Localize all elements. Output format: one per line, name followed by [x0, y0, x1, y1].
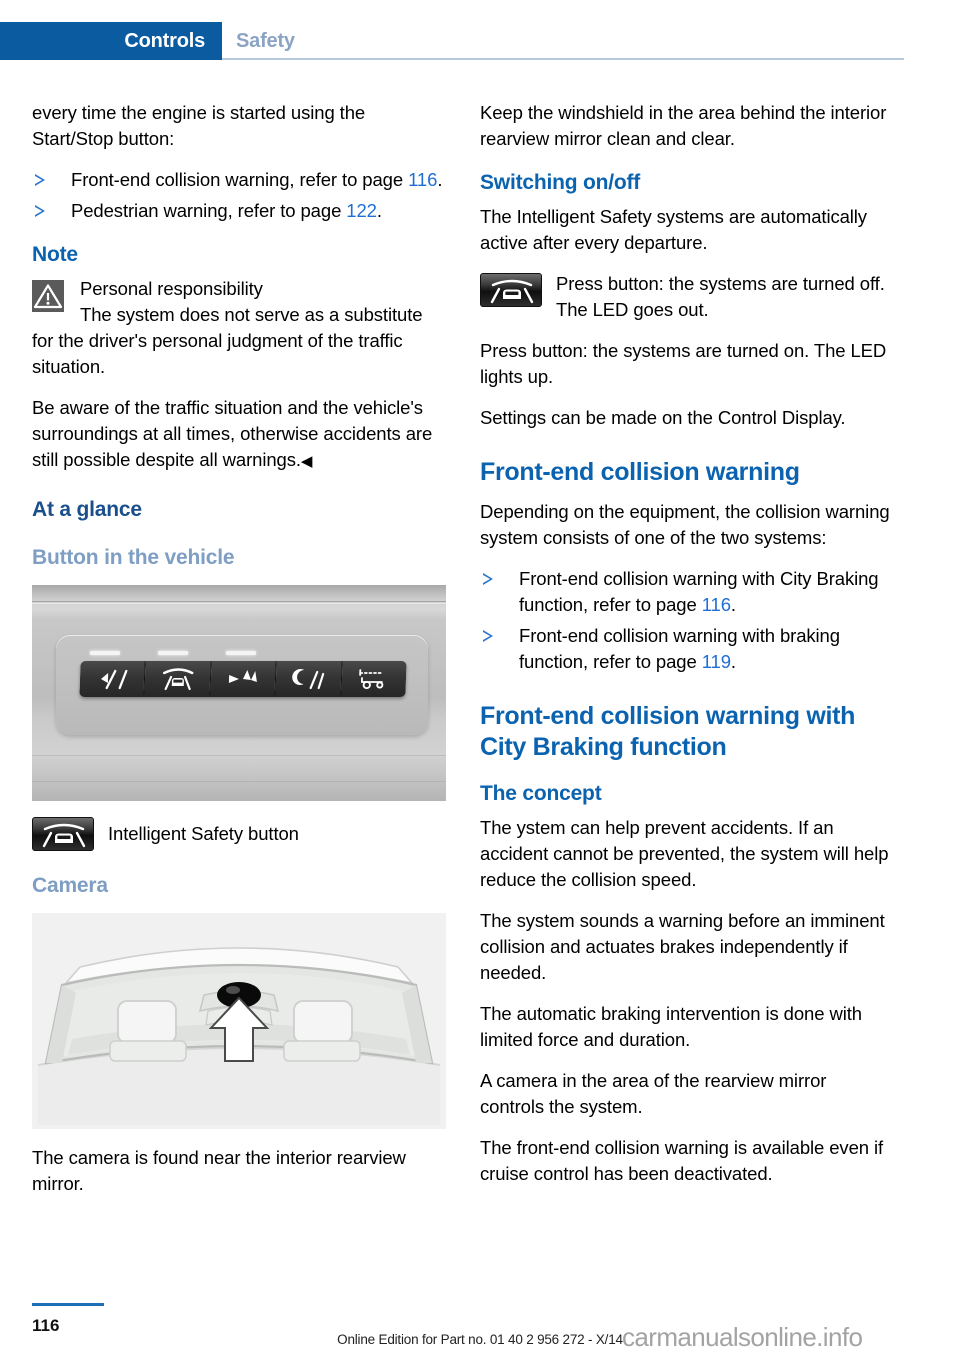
camera-heading: Camera	[32, 874, 108, 897]
frontend-paragraph: Depending on the equipment, the collisio…	[480, 501, 890, 548]
concept-paragraph-4: A camera in the area of the rearview mir…	[480, 1070, 827, 1117]
button-in-vehicle-heading: Button in the vehicle	[32, 546, 235, 569]
bullet-text-after: .	[730, 594, 736, 615]
note-block: Personal responsibility The system does …	[32, 276, 446, 380]
frontend-bullet-list: Front-end collision warning with City Br…	[480, 566, 894, 675]
left-column: every time the engine is started using t…	[32, 100, 446, 1212]
the-concept-heading: The concept	[480, 782, 602, 805]
triangle-bullet-icon	[483, 573, 493, 585]
bullet-text-before: Front-end collision warning, refer to pa…	[71, 169, 409, 190]
warning-triangle-icon	[32, 280, 64, 312]
windshield-camera-illustration	[32, 913, 446, 1129]
safety-button-legend: Intelligent Safety button	[32, 817, 446, 851]
tab-controls[interactable]: Controls	[0, 22, 222, 60]
tab-controls-label: Controls	[124, 29, 205, 52]
note-body-1: The system does not serve as a substitut…	[32, 304, 423, 377]
at-a-glance-heading: At a glance	[32, 498, 142, 521]
led-indicators	[80, 651, 406, 656]
note-end-marker: ◀	[300, 453, 313, 470]
page-reference-link[interactable]: 116	[702, 594, 731, 615]
bullet-text-after: .	[730, 651, 736, 672]
footer-divider	[32, 1303, 104, 1306]
concept-paragraph-3: The automatic braking intervention is do…	[480, 1003, 862, 1050]
triangle-bullet-icon	[483, 630, 493, 642]
bullet-text: Front-end collision warning with City Br…	[519, 568, 879, 615]
concept-paragraph-5: The front-end collision warning is avail…	[480, 1137, 884, 1184]
list-item: Front-end collision warning, refer to pa…	[32, 167, 446, 193]
dashboard-button-panel-photo	[32, 585, 446, 801]
tab-safety-label: Safety	[236, 29, 295, 52]
tab-safety[interactable]: Safety	[236, 22, 295, 60]
intelligent-safety-button-icon	[32, 817, 94, 851]
triangle-bullet-icon	[35, 205, 45, 217]
settings-paragraph: Settings can be made on the Control Disp…	[480, 407, 846, 428]
night-vision-button[interactable]	[275, 661, 343, 697]
intro-bullet-list: Front-end collision warning, refer to pa…	[32, 167, 446, 224]
intro-paragraph: every time the engine is started using t…	[32, 102, 366, 149]
triangle-bullet-icon	[35, 174, 45, 186]
note-body-2-text: Be aware of the traffic situation and th…	[32, 397, 433, 470]
page-reference-link[interactable]: 119	[702, 651, 731, 672]
right-column: Keep the windshield in the area behind t…	[480, 100, 894, 1202]
bullet-text-after: .	[376, 200, 382, 221]
bullet-text-before: Pedestrian warning, refer to page	[71, 200, 347, 221]
high-beam-assist-button[interactable]	[210, 661, 277, 697]
frontend-collision-warning-heading: Front-end collision warning	[480, 458, 800, 486]
intelligent-safety-button[interactable]	[144, 661, 212, 697]
bullet-text: Pedestrian warning, refer to page 122.	[71, 200, 382, 221]
concept-paragraph-2: The system sounds a warning before an im…	[480, 910, 885, 983]
list-item: Front-end collision warning with City Br…	[480, 566, 894, 618]
page-reference-link[interactable]: 116	[408, 169, 437, 190]
trailer-assist-button[interactable]	[340, 661, 407, 697]
manual-page: Controls Safety every time the engine is…	[0, 0, 960, 1362]
list-item: Pedestrian warning, refer to page 122.	[32, 198, 446, 224]
bullet-text-after: .	[437, 169, 443, 190]
header-divider	[222, 58, 904, 60]
note-title: Personal responsibility	[80, 278, 263, 299]
page-reference-link[interactable]: 122	[346, 200, 377, 221]
button-strip[interactable]	[79, 661, 407, 697]
site-watermark: carmanualsonline.info	[622, 1322, 863, 1352]
concept-paragraph-1: The ystem can help prevent accidents. If…	[480, 817, 889, 890]
city-braking-heading: Front-end collision warning with City Br…	[480, 702, 856, 761]
windshield-paragraph: Keep the windshield in the area behind t…	[480, 102, 887, 149]
bullet-text-before: Front-end collision warning with City Br…	[519, 568, 879, 615]
bullet-text: Front-end collision warning, refer to pa…	[71, 169, 442, 190]
note-body-2: Be aware of the traffic situation and th…	[32, 395, 446, 475]
intelligent-safety-button-icon	[480, 273, 542, 307]
safety-button-caption: Intelligent Safety button	[108, 823, 299, 844]
page-header: Controls Safety	[0, 22, 960, 60]
press-off-paragraph: Press button: the systems are turned off…	[480, 271, 894, 323]
bullet-text-before: Front-end collision warning with braking…	[519, 625, 840, 672]
list-item: Front-end collision warning with braking…	[480, 623, 894, 675]
bullet-text: Front-end collision warning with braking…	[519, 625, 840, 672]
camera-caption: The camera is found near the interior re…	[32, 1147, 406, 1194]
switching-on-off-heading: Switching on/off	[480, 171, 641, 194]
switching-paragraph: The Intelligent Safety systems are autom…	[480, 206, 867, 253]
note-heading: Note	[32, 243, 78, 266]
lane-departure-button[interactable]	[79, 661, 147, 697]
press-off-text: Press button: the systems are turned off…	[556, 273, 885, 320]
press-on-paragraph: Press button: the systems are turned on.…	[480, 340, 887, 387]
